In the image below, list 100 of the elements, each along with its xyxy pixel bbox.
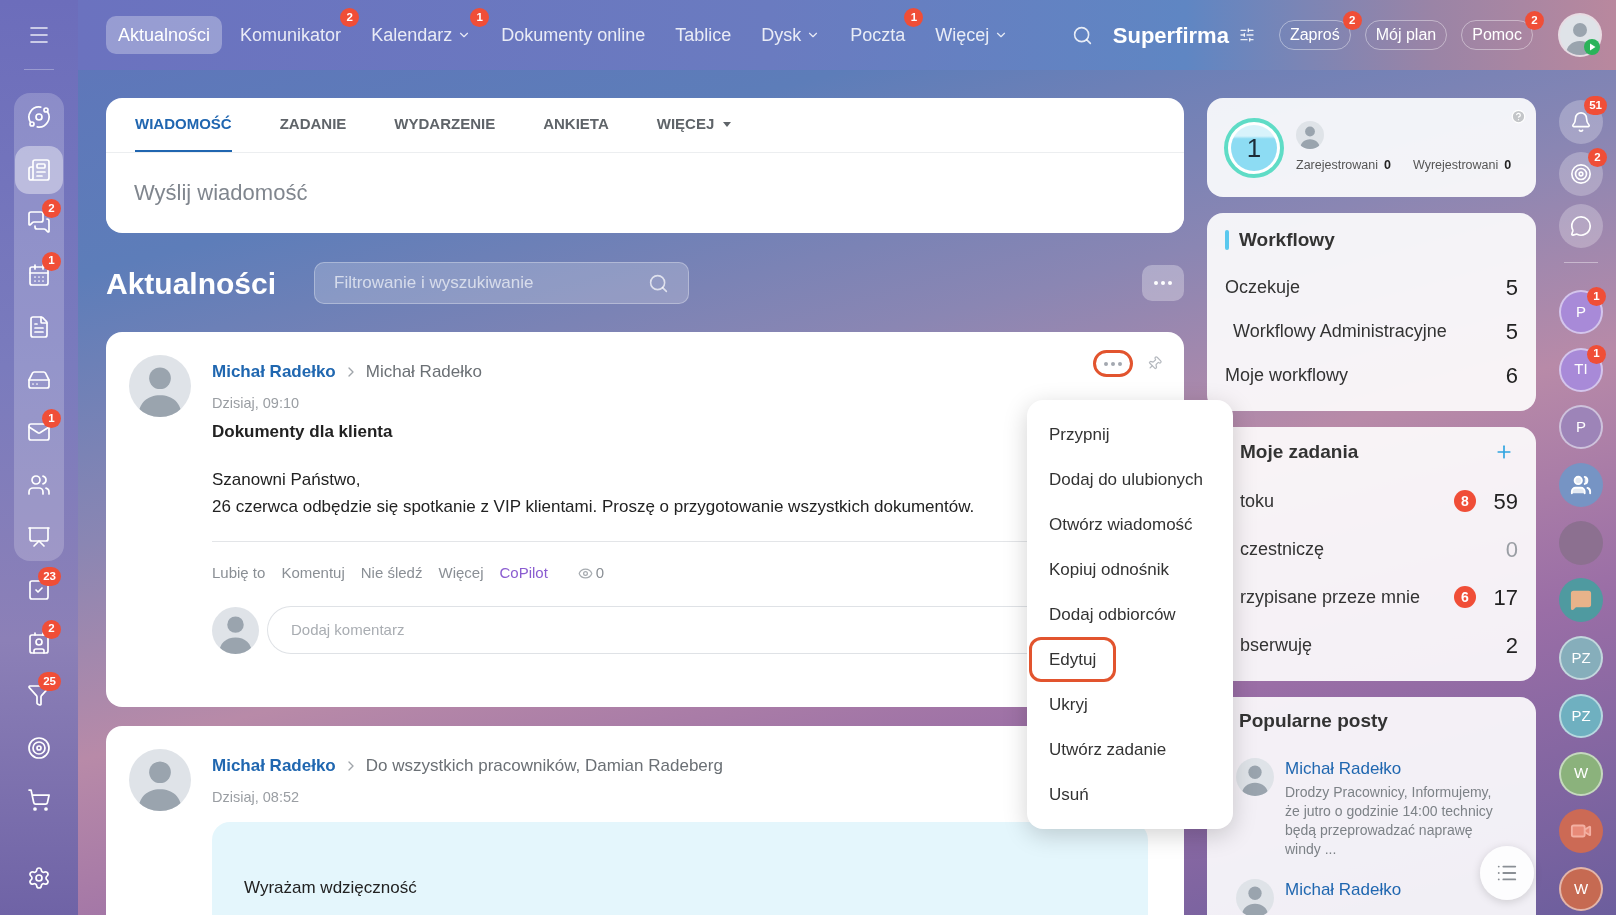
user-avatar [1236, 758, 1274, 796]
stat-value: 0 [1384, 156, 1391, 174]
filter-field[interactable]: Filtrowanie i wyszukiwanie [314, 262, 690, 304]
menu-item[interactable]: Edytuj [1029, 637, 1117, 682]
company-name[interactable]: Superfirma [1112, 18, 1229, 52]
orbit-icon [27, 105, 51, 129]
menu-item[interactable]: Dodaj do ulubionych [1027, 457, 1233, 502]
nav-tab[interactable]: Więcej [923, 16, 1021, 54]
target-icon [1570, 163, 1592, 185]
workflow-link[interactable]: Moje workflowy [1225, 361, 1349, 389]
author-link[interactable]: Michał Radełko [212, 359, 336, 385]
menu-item[interactable]: Utwórz zadanie [1027, 727, 1233, 772]
count-badge: 1 [470, 8, 490, 27]
filter-input[interactable]: Filtrowanie i wyszukiwanie [334, 270, 649, 296]
count-badge: 25 [38, 672, 61, 691]
action-link[interactable]: Nie śledź [360, 561, 423, 585]
card-title: Moje zadania [1240, 439, 1359, 464]
task-count: 0 [1504, 535, 1518, 564]
chat-avatar[interactable] [1559, 463, 1603, 508]
action-link[interactable]: Komentuj [281, 561, 345, 585]
composer-tab[interactable]: ANKIETA [543, 98, 609, 152]
menu-item[interactable]: Przypnij [1027, 412, 1233, 457]
nav-tab[interactable]: Dysk [749, 16, 833, 54]
stat-value: 0 [1504, 156, 1512, 174]
chat-bubble-icon [1570, 215, 1592, 237]
rail-button[interactable] [1559, 152, 1603, 196]
post-text: Wyrażam wdzięczność [244, 878, 417, 897]
message-input[interactable]: Wyślij wiadomość [134, 176, 1156, 209]
stat-label: Zarejestrowani [1296, 156, 1378, 174]
rail-button[interactable] [1559, 204, 1603, 248]
card-title: Workflowy [1239, 227, 1335, 252]
presentation-icon [27, 525, 51, 549]
accent-bar [1225, 230, 1229, 250]
composer-tab[interactable]: ZADANIE [279, 98, 347, 152]
more-button[interactable] [1142, 265, 1184, 301]
count-badge: 2 [1342, 11, 1362, 30]
more-button[interactable] [1093, 350, 1133, 377]
mail-icon [27, 420, 51, 444]
task-count: 2 [1504, 631, 1518, 660]
author-link[interactable]: Michał Radełko [212, 753, 336, 779]
ellipsis-icon [1104, 361, 1122, 366]
workflow-link[interactable]: Oczekuje [1225, 273, 1301, 301]
user-avatar[interactable] [1560, 15, 1600, 55]
task-count: 59 [1492, 487, 1518, 516]
settings-icon[interactable] [27, 866, 51, 890]
task-link[interactable]: czestniczę [1240, 535, 1325, 563]
post-title: Dokumenty dla klienta [212, 421, 393, 443]
author-link[interactable]: Michał Radełko [1285, 879, 1402, 901]
chat-bubbles-icon [27, 210, 51, 234]
nav-tab[interactable]: Tablice [663, 16, 744, 54]
recipients-link[interactable]: Do wszystkich pracowników, Damian Radeberg [365, 753, 723, 779]
document-icon [27, 315, 51, 339]
chat-avatar[interactable] [1559, 578, 1603, 623]
search-icon[interactable] [1071, 24, 1093, 46]
task-link[interactable]: rzypisane przeze mnie [1240, 583, 1421, 611]
post-date: Dzisiaj, 09:10 [212, 394, 300, 413]
workflow-link[interactable]: Workflowy Administracyjne [1233, 317, 1447, 345]
menu-item[interactable]: Usuń [1027, 772, 1233, 817]
menu-item[interactable]: Kopiuj odnośnik [1027, 547, 1233, 592]
people-icon [27, 472, 51, 497]
composer-tab[interactable]: WYDARZENIE [394, 98, 496, 152]
search-icon[interactable] [648, 272, 670, 294]
chat-avatar[interactable]: W [1559, 866, 1603, 911]
count-badge: 1 [904, 8, 924, 27]
stat-label: Wyrejestrowani [1412, 156, 1499, 174]
recipients-link[interactable]: Michał Radełko [365, 359, 482, 385]
author-link[interactable]: Michał Radełko [1285, 758, 1493, 780]
ellipsis-icon [1154, 281, 1172, 285]
task-count: 17 [1492, 583, 1518, 612]
chat-avatar[interactable] [1559, 809, 1603, 854]
count-badge: 2 [1525, 11, 1544, 30]
count-badge: 2 [42, 619, 61, 639]
menu-item[interactable]: Ukryj [1027, 682, 1233, 727]
user-avatar [1236, 879, 1274, 915]
menu-item[interactable]: Otwórz wiadomość [1027, 502, 1233, 547]
eye-icon [577, 565, 593, 581]
sidebar-item[interactable] [15, 145, 63, 194]
count-badge: 1 [42, 251, 61, 271]
action-link[interactable]: Więcej [438, 561, 484, 585]
count-badge: 2 [1588, 148, 1607, 167]
count-badge: 1 [42, 409, 61, 428]
menu-item[interactable]: Dodaj odbiorców [1027, 592, 1233, 637]
newspaper-icon [27, 157, 51, 182]
comment-input[interactable]: Dodaj komentarz [291, 618, 1004, 642]
action-link[interactable]: Lubię to [212, 561, 266, 585]
nav-tab[interactable]: Dokumenty online [489, 16, 658, 54]
post-excerpt: Drodzy Pracownicy, Informujemy, że jutro o godzinie 14:00 technicy będą przeprowadzać naprawę windy ... [1285, 783, 1493, 859]
composer-tab[interactable]: WIĘCEJ [656, 98, 732, 152]
count-badge: 1 [1587, 344, 1606, 364]
user-avatar [1296, 120, 1324, 149]
workflow-count: 5 [1505, 317, 1518, 346]
sliders-icon[interactable] [1238, 27, 1255, 43]
count-badge: 6 [1454, 586, 1476, 608]
action-link[interactable]: CoPilot [499, 561, 548, 585]
help-icon[interactable] [1511, 109, 1526, 124]
task-link[interactable]: bserwuję [1240, 631, 1313, 659]
chat-avatar[interactable]: P [1559, 405, 1603, 450]
task-link[interactable]: toku [1240, 487, 1275, 515]
comment-field[interactable]: Dodaj komentarz [267, 606, 1027, 654]
calendar-icon [27, 262, 51, 287]
